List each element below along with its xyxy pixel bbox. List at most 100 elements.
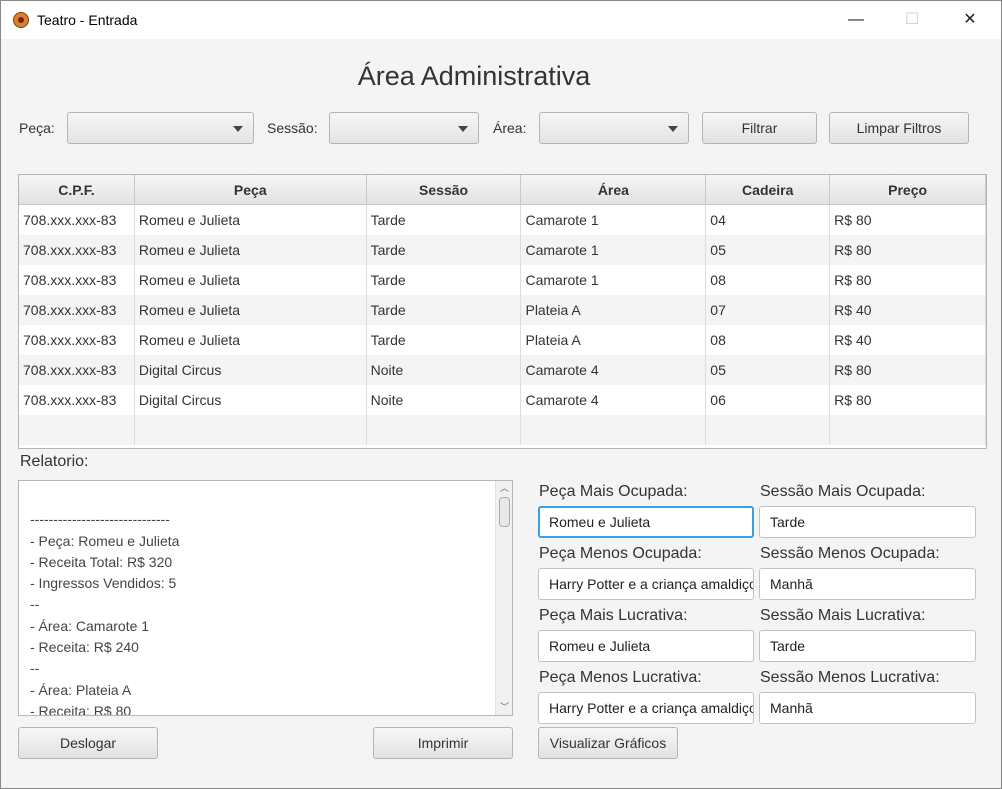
table-cell: Plateia A xyxy=(521,295,707,325)
maximize-button[interactable]: ☐ xyxy=(889,1,935,39)
table-cell: R$ 40 xyxy=(830,325,986,355)
sessao-menos-lucrativa-label: Sessão Menos Lucrativa: xyxy=(760,669,940,686)
table-row[interactable]: 708.xxx.xxx-83 Romeu e Julieta Tarde Camaro… xyxy=(19,265,986,295)
table-cell: R$ 40 xyxy=(830,295,986,325)
scrollbar[interactable]: ︿ ﹀ xyxy=(495,481,512,715)
table-cell: Camarote 1 xyxy=(521,205,707,235)
header-sessao[interactable]: Sessão xyxy=(366,175,522,205)
table-cell xyxy=(367,415,522,445)
table-cell: Camarote 4 xyxy=(521,355,707,385)
table-cell: 08 xyxy=(706,265,831,295)
table-row[interactable]: 708.xxx.xxx-83 Romeu e Julieta Tarde Platei… xyxy=(19,295,986,325)
table-cell: Plateia A xyxy=(521,325,707,355)
table-cell: 708.xxx.xxx-83 xyxy=(19,295,135,325)
close-button[interactable]: ✕ xyxy=(947,1,993,39)
window-title: Teatro - Entrada xyxy=(37,12,138,28)
scroll-up-icon[interactable]: ︿ xyxy=(500,481,509,494)
table-cell: 06 xyxy=(706,385,831,415)
scroll-thumb[interactable] xyxy=(499,497,510,527)
peca-mais-ocupada-field[interactable]: Romeu e Julieta xyxy=(538,506,754,538)
table-cell: 708.xxx.xxx-83 xyxy=(19,235,135,265)
relatorio-text: ------------------------------ - Peça: R… xyxy=(30,511,180,716)
table-cell: Digital Circus xyxy=(135,355,367,385)
table-cell: Tarde xyxy=(367,205,522,235)
table-cell: 708.xxx.xxx-83 xyxy=(19,325,135,355)
page-title: Área Administrativa xyxy=(357,61,591,91)
sessao-filter-label: Sessão: xyxy=(267,120,318,136)
imprimir-button[interactable]: Imprimir xyxy=(373,727,513,759)
peca-menos-lucrativa-label: Peça Menos Lucrativa: xyxy=(539,669,702,686)
table-cell: Tarde xyxy=(367,325,522,355)
table-cell: 04 xyxy=(706,205,831,235)
sessao-filter-combo[interactable] xyxy=(329,112,479,144)
peca-menos-lucrativa-field[interactable]: Harry Potter e a criança amaldiçoada xyxy=(538,692,754,724)
table-cell: 708.xxx.xxx-83 xyxy=(19,385,135,415)
sessao-mais-ocupada-field[interactable]: Tarde xyxy=(759,506,976,538)
table-cell: Tarde xyxy=(367,295,522,325)
relatorio-textarea[interactable]: ------------------------------ - Peça: R… xyxy=(18,480,513,716)
limpar-filtros-button[interactable]: Limpar Filtros xyxy=(829,112,969,144)
table-cell xyxy=(135,415,367,445)
table-cell: Noite xyxy=(367,385,522,415)
table-cell: R$ 80 xyxy=(830,355,986,385)
table-cell: 708.xxx.xxx-83 xyxy=(19,355,135,385)
table-cell: 08 xyxy=(706,325,831,355)
table-cell xyxy=(19,415,135,445)
area-filter-combo[interactable] xyxy=(539,112,689,144)
table-row[interactable]: 708.xxx.xxx-83 Romeu e Julieta Tarde Camaro… xyxy=(19,235,986,265)
scroll-down-icon[interactable]: ﹀ xyxy=(500,700,509,713)
table-cell xyxy=(706,415,831,445)
table-cell: Camarote 1 xyxy=(521,265,707,295)
deslogar-button[interactable]: Deslogar xyxy=(18,727,158,759)
peca-mais-lucrativa-field[interactable]: Romeu e Julieta xyxy=(538,630,754,662)
header-area[interactable]: Área xyxy=(521,175,707,205)
table-cell: R$ 80 xyxy=(830,385,986,415)
table-cell: Digital Circus xyxy=(135,385,367,415)
table-header: C.P.F. Peça Sessão Área Cadeira Preço xyxy=(19,175,986,205)
peca-filter-label: Peça: xyxy=(19,120,55,136)
header-cadeira[interactable]: Cadeira xyxy=(706,175,831,205)
sessao-mais-lucrativa-label: Sessão Mais Lucrativa: xyxy=(760,607,926,624)
table-cell: Romeu e Julieta xyxy=(135,235,367,265)
table-cell: 05 xyxy=(706,235,831,265)
table-cell: 708.xxx.xxx-83 xyxy=(19,265,135,295)
filtrar-button[interactable]: Filtrar xyxy=(702,112,817,144)
table-row[interactable]: 708.xxx.xxx-83 Romeu e Julieta Tarde Platei… xyxy=(19,325,986,355)
relatorio-label: Relatorio: xyxy=(20,453,89,470)
header-cpf[interactable]: C.P.F. xyxy=(19,175,135,205)
table-cell: R$ 80 xyxy=(830,265,986,295)
table-cell: Camarote 4 xyxy=(521,385,707,415)
table-row[interactable]: 708.xxx.xxx-83 Digital Circus Noite Camarot… xyxy=(19,355,986,385)
minimize-button[interactable]: — xyxy=(833,1,879,39)
header-preco[interactable]: Preço xyxy=(830,175,986,205)
tickets-table[interactable]: C.P.F. Peça Sessão Área Cadeira Preço 70… xyxy=(18,174,987,449)
header-peca[interactable]: Peça xyxy=(134,175,367,205)
table-row[interactable]: 708.xxx.xxx-83 Digital Circus Noite Camarot… xyxy=(19,385,986,415)
sessao-menos-lucrativa-field[interactable]: Manhã xyxy=(759,692,976,724)
table-cell xyxy=(830,415,986,445)
table-cell: 05 xyxy=(706,355,831,385)
table-cell: Romeu e Julieta xyxy=(135,325,367,355)
table-cell: Camarote 1 xyxy=(521,235,707,265)
table-cell: 708.xxx.xxx-83 xyxy=(19,205,135,235)
table-cell xyxy=(521,415,707,445)
sessao-menos-ocupada-label: Sessão Menos Ocupada: xyxy=(760,545,940,562)
table-cell: Romeu e Julieta xyxy=(135,265,367,295)
table-cell: Romeu e Julieta xyxy=(135,205,367,235)
visualizar-graficos-button[interactable]: Visualizar Gráficos xyxy=(538,727,678,759)
table-cell: R$ 80 xyxy=(830,235,986,265)
peca-menos-ocupada-label: Peça Menos Ocupada: xyxy=(539,545,702,562)
sessao-mais-lucrativa-field[interactable]: Tarde xyxy=(759,630,976,662)
table-cell: Romeu e Julieta xyxy=(135,295,367,325)
table-cell: R$ 80 xyxy=(830,205,986,235)
sessao-menos-ocupada-field[interactable]: Manhã xyxy=(759,568,976,600)
table-row[interactable]: 708.xxx.xxx-83 Romeu e Julieta Tarde Camaro… xyxy=(19,205,986,235)
empty-table-row[interactable] xyxy=(19,415,986,445)
peca-filter-combo[interactable] xyxy=(67,112,254,144)
theater-logo-icon xyxy=(13,12,29,28)
peca-menos-ocupada-field[interactable]: Harry Potter e a criança amaldiçoada xyxy=(538,568,754,600)
table-cell: 07 xyxy=(706,295,831,325)
area-filter-label: Área: xyxy=(493,120,527,136)
table-cell: Tarde xyxy=(367,265,522,295)
peca-mais-lucrativa-label: Peça Mais Lucrativa: xyxy=(539,607,688,624)
